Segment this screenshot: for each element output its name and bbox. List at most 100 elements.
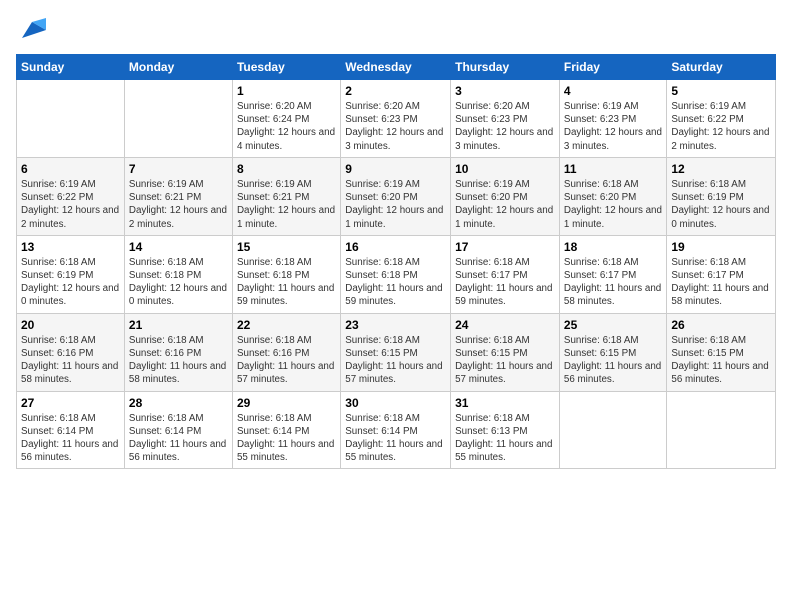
day-cell	[17, 80, 125, 158]
day-number: 17	[455, 240, 555, 254]
day-number: 24	[455, 318, 555, 332]
day-cell: 22 Sunrise: 6:18 AMSunset: 6:16 PMDayligh…	[232, 313, 340, 391]
day-info: Sunrise: 6:18 AMSunset: 6:15 PMDaylight:…	[455, 334, 555, 387]
day-number: 8	[237, 162, 336, 176]
day-number: 10	[455, 162, 555, 176]
day-number: 12	[671, 162, 771, 176]
weekday-header-thursday: Thursday	[451, 55, 560, 80]
day-number: 7	[129, 162, 228, 176]
day-cell: 16 Sunrise: 6:18 AMSunset: 6:18 PMDayligh…	[341, 235, 451, 313]
week-row-4: 20 Sunrise: 6:18 AMSunset: 6:16 PMDayligh…	[17, 313, 776, 391]
day-cell	[667, 391, 776, 469]
day-cell: 1Sunrise: 6:20 AMSunset: 6:24 PMDaylight…	[232, 80, 340, 158]
day-info: Sunrise: 6:18 AMSunset: 6:15 PMDaylight:…	[345, 334, 446, 387]
day-cell: 4 Sunrise: 6:19 AMSunset: 6:23 PMDaylight…	[559, 80, 666, 158]
day-cell: 9 Sunrise: 6:19 AMSunset: 6:20 PMDaylight…	[341, 157, 451, 235]
day-cell: 26 Sunrise: 6:18 AMSunset: 6:15 PMDayligh…	[667, 313, 776, 391]
weekday-header-sunday: Sunday	[17, 55, 125, 80]
day-info: Sunrise: 6:18 AMSunset: 6:16 PMDaylight:…	[237, 334, 336, 387]
day-cell: 3 Sunrise: 6:20 AMSunset: 6:23 PMDaylight…	[451, 80, 560, 158]
day-cell: 28 Sunrise: 6:18 AMSunset: 6:14 PMDayligh…	[124, 391, 232, 469]
day-number: 5	[671, 84, 771, 98]
day-info: Sunrise: 6:19 AMSunset: 6:22 PMDaylight:…	[21, 178, 120, 231]
day-cell: 31 Sunrise: 6:18 AMSunset: 6:13 PMDayligh…	[451, 391, 560, 469]
day-info: Sunrise: 6:18 AMSunset: 6:17 PMDaylight:…	[455, 256, 555, 309]
day-info: Sunrise: 6:18 AMSunset: 6:15 PMDaylight:…	[671, 334, 771, 387]
day-cell: 18Sunrise: 6:18 AMSunset: 6:17 PMDayligh…	[559, 235, 666, 313]
day-info: Sunrise: 6:18 AMSunset: 6:20 PMDaylight:…	[564, 178, 662, 231]
weekday-header-monday: Monday	[124, 55, 232, 80]
day-cell: 7 Sunrise: 6:19 AMSunset: 6:21 PMDaylight…	[124, 157, 232, 235]
day-number: 16	[345, 240, 446, 254]
day-cell: 19Sunrise: 6:18 AMSunset: 6:17 PMDayligh…	[667, 235, 776, 313]
day-cell: 8 Sunrise: 6:19 AMSunset: 6:21 PMDaylight…	[232, 157, 340, 235]
day-info: Sunrise: 6:18 AMSunset: 6:14 PMDaylight:…	[21, 412, 120, 465]
day-number: 26	[671, 318, 771, 332]
week-row-2: 6 Sunrise: 6:19 AMSunset: 6:22 PMDaylight…	[17, 157, 776, 235]
weekday-header-row: SundayMondayTuesdayWednesdayThursdayFrid…	[17, 55, 776, 80]
day-number: 4	[564, 84, 662, 98]
day-info: Sunrise: 6:19 AMSunset: 6:23 PMDaylight:…	[564, 100, 662, 153]
day-info: Sunrise: 6:18 AMSunset: 6:14 PMDaylight:…	[237, 412, 336, 465]
day-number: 3	[455, 84, 555, 98]
day-info: Sunrise: 6:18 AMSunset: 6:17 PMDaylight:…	[671, 256, 771, 309]
day-info: Sunrise: 6:18 AMSunset: 6:19 PMDaylight:…	[21, 256, 120, 309]
day-cell: 12 Sunrise: 6:18 AMSunset: 6:19 PMDayligh…	[667, 157, 776, 235]
day-info: Sunrise: 6:20 AMSunset: 6:23 PMDaylight:…	[345, 100, 446, 153]
day-cell	[559, 391, 666, 469]
weekday-header-friday: Friday	[559, 55, 666, 80]
day-number: 20	[21, 318, 120, 332]
day-info: Sunrise: 6:18 AMSunset: 6:16 PMDaylight:…	[21, 334, 120, 387]
day-info: Sunrise: 6:20 AMSunset: 6:23 PMDaylight:…	[455, 100, 555, 153]
day-info: Sunrise: 6:19 AMSunset: 6:21 PMDaylight:…	[237, 178, 336, 231]
day-info: Sunrise: 6:18 AMSunset: 6:14 PMDaylight:…	[129, 412, 228, 465]
day-number: 9	[345, 162, 446, 176]
day-cell: 11Sunrise: 6:18 AMSunset: 6:20 PMDayligh…	[559, 157, 666, 235]
weekday-header-saturday: Saturday	[667, 55, 776, 80]
day-number: 15	[237, 240, 336, 254]
day-info: Sunrise: 6:18 AMSunset: 6:15 PMDaylight:…	[564, 334, 662, 387]
header	[16, 16, 776, 44]
day-cell: 14 Sunrise: 6:18 AMSunset: 6:18 PMDayligh…	[124, 235, 232, 313]
week-row-1: 1Sunrise: 6:20 AMSunset: 6:24 PMDaylight…	[17, 80, 776, 158]
weekday-header-tuesday: Tuesday	[232, 55, 340, 80]
day-cell: 13 Sunrise: 6:18 AMSunset: 6:19 PMDayligh…	[17, 235, 125, 313]
day-number: 6	[21, 162, 120, 176]
logo-icon	[18, 16, 46, 44]
day-cell: 2Sunrise: 6:20 AMSunset: 6:23 PMDaylight…	[341, 80, 451, 158]
day-info: Sunrise: 6:18 AMSunset: 6:17 PMDaylight:…	[564, 256, 662, 309]
day-number: 31	[455, 396, 555, 410]
day-cell: 30 Sunrise: 6:18 AMSunset: 6:14 PMDayligh…	[341, 391, 451, 469]
day-number: 30	[345, 396, 446, 410]
week-row-5: 27 Sunrise: 6:18 AMSunset: 6:14 PMDayligh…	[17, 391, 776, 469]
day-cell: 21 Sunrise: 6:18 AMSunset: 6:16 PMDayligh…	[124, 313, 232, 391]
day-number: 22	[237, 318, 336, 332]
day-info: Sunrise: 6:18 AMSunset: 6:16 PMDaylight:…	[129, 334, 228, 387]
day-cell: 24 Sunrise: 6:18 AMSunset: 6:15 PMDayligh…	[451, 313, 560, 391]
day-number: 29	[237, 396, 336, 410]
day-info: Sunrise: 6:18 AMSunset: 6:18 PMDaylight:…	[345, 256, 446, 309]
day-info: Sunrise: 6:18 AMSunset: 6:14 PMDaylight:…	[345, 412, 446, 465]
day-cell: 17 Sunrise: 6:18 AMSunset: 6:17 PMDayligh…	[451, 235, 560, 313]
day-info: Sunrise: 6:19 AMSunset: 6:22 PMDaylight:…	[671, 100, 771, 153]
day-info: Sunrise: 6:18 AMSunset: 6:18 PMDaylight:…	[129, 256, 228, 309]
calendar-table: SundayMondayTuesdayWednesdayThursdayFrid…	[16, 54, 776, 469]
day-cell: 10 Sunrise: 6:19 AMSunset: 6:20 PMDayligh…	[451, 157, 560, 235]
day-info: Sunrise: 6:18 AMSunset: 6:18 PMDaylight:…	[237, 256, 336, 309]
day-info: Sunrise: 6:20 AMSunset: 6:24 PMDaylight:…	[237, 100, 336, 153]
day-number: 21	[129, 318, 228, 332]
day-info: Sunrise: 6:18 AMSunset: 6:19 PMDaylight:…	[671, 178, 771, 231]
day-cell: 20 Sunrise: 6:18 AMSunset: 6:16 PMDayligh…	[17, 313, 125, 391]
day-number: 13	[21, 240, 120, 254]
day-cell: 5 Sunrise: 6:19 AMSunset: 6:22 PMDaylight…	[667, 80, 776, 158]
day-cell: 29 Sunrise: 6:18 AMSunset: 6:14 PMDayligh…	[232, 391, 340, 469]
day-info: Sunrise: 6:18 AMSunset: 6:13 PMDaylight:…	[455, 412, 555, 465]
day-number: 14	[129, 240, 228, 254]
day-cell: 25Sunrise: 6:18 AMSunset: 6:15 PMDayligh…	[559, 313, 666, 391]
day-info: Sunrise: 6:19 AMSunset: 6:21 PMDaylight:…	[129, 178, 228, 231]
day-info: Sunrise: 6:19 AMSunset: 6:20 PMDaylight:…	[345, 178, 446, 231]
day-number: 27	[21, 396, 120, 410]
day-number: 28	[129, 396, 228, 410]
day-info: Sunrise: 6:19 AMSunset: 6:20 PMDaylight:…	[455, 178, 555, 231]
weekday-header-wednesday: Wednesday	[341, 55, 451, 80]
